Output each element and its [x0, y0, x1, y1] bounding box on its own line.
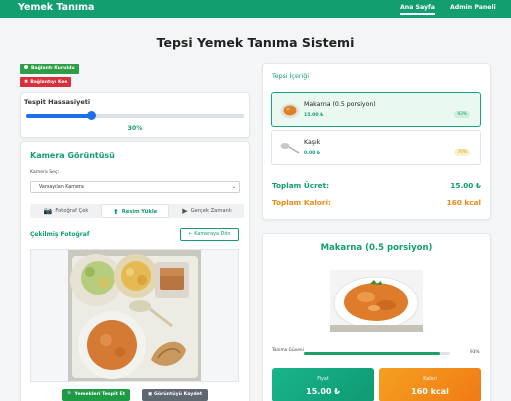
tab-upload-image-label: Resim Yükle	[121, 209, 158, 215]
calorie-stat-box: Kalori 160 kcal	[379, 368, 481, 401]
save-icon: ▣	[147, 392, 153, 397]
camera-icon: 📷	[43, 207, 53, 215]
tray-item-confidence: 70%	[454, 149, 470, 156]
tab-take-photo-label: Fotoğraf Çek	[55, 208, 89, 214]
price-stat-value: 15.00 ₺	[306, 387, 340, 396]
total-price-value: 15.00 ₺	[450, 181, 481, 190]
food-detail-image	[330, 270, 423, 332]
tray-item-pasta[interactable]: Makarna (0.5 porsiyon) 15.00 ₺ 93%	[271, 92, 481, 127]
connection-status-badge: Bağlantı Kuruldu	[20, 64, 79, 74]
total-price-label: Toplam Ücret:	[272, 181, 330, 190]
back-to-camera-button[interactable]: ← Kameraya Dön	[180, 228, 239, 241]
arrow-left-icon: ←	[188, 231, 193, 237]
save-image-label: Görüntüyü Kaydet	[153, 392, 203, 397]
tab-realtime-label: Gerçek Zamanlı	[190, 208, 232, 214]
disconnect-label: Bağlantıyı Kes	[30, 80, 68, 85]
calorie-stat-value: 160 kcal	[411, 387, 449, 396]
save-image-button[interactable]: ▣ Görüntüyü Kaydet	[142, 389, 208, 401]
total-calorie-label: Toplam Kalori:	[272, 198, 331, 207]
total-calorie-value: 160 kcal	[446, 198, 481, 207]
plug-icon: ✖	[24, 79, 29, 85]
tray-item-name: Makarna (0.5 porsiyon)	[304, 101, 376, 108]
food-detail-title: Makarna (0.5 porsiyon)	[320, 243, 433, 253]
sensitivity-slider-fill	[26, 114, 92, 118]
nav-link-admin[interactable]: Admin Paneli	[450, 4, 496, 11]
connected-icon	[24, 65, 28, 69]
chevron-down-icon: ⌄	[231, 184, 236, 190]
detect-foods-button[interactable]: 🔍 Yemekleri Tespit Et	[62, 389, 130, 401]
tab-take-photo[interactable]: 📷 Fotoğraf Çek	[32, 204, 100, 218]
tray-contents-title: Tepsi İçeriği	[272, 73, 309, 80]
recognition-confidence-label: Tanıma Güveni	[272, 348, 304, 353]
brand-logo[interactable]: Yemek Tanıma	[18, 2, 94, 13]
camera-section-title: Kamera Görüntüsü	[30, 151, 115, 160]
recognition-confidence-bar	[304, 352, 450, 355]
camera-select[interactable]: Varsayılan Kamera ⌄	[30, 181, 240, 193]
search-icon: 🔍	[67, 392, 73, 397]
sensitivity-slider[interactable]	[26, 111, 244, 120]
pasta-icon	[280, 103, 300, 119]
tray-photo	[68, 250, 201, 381]
tab-upload-image[interactable]: ⬆ Resim Yükle	[101, 204, 169, 218]
captured-photo-label: Çekilmiş Fotoğraf	[30, 231, 90, 238]
spoon-icon	[280, 143, 300, 154]
tray-item-confidence: 93%	[454, 111, 470, 118]
page-title: Tepsi Yemek Tanıma Sistemi	[156, 35, 355, 50]
camera-select-label: Kamera Seç:	[30, 170, 60, 175]
sensitivity-value: 30%	[127, 125, 143, 132]
recognition-confidence-fill	[304, 352, 440, 355]
tray-item-spoon[interactable]: Kaşık 0.00 ₺ 70%	[271, 130, 481, 165]
calorie-stat-label: Kalori	[423, 377, 437, 382]
tray-item-name: Kaşık	[304, 139, 321, 146]
price-stat-label: Fiyat	[317, 377, 329, 382]
camera-select-value: Varsayılan Kamera	[39, 185, 84, 190]
navbar: Yemek Tanıma Ana Sayfa Admin Paneli	[0, 0, 511, 18]
video-icon: ▶	[182, 207, 188, 215]
recognition-confidence-value: 93%	[470, 350, 480, 355]
camera-mode-tabs: 📷 Fotoğraf Çek ⬆ Resim Yükle ▶ Gerçek Zaman…	[30, 204, 244, 218]
tab-realtime[interactable]: ▶ Gerçek Zamanlı	[171, 204, 243, 218]
detect-foods-label: Yemekleri Tespit Et	[74, 392, 125, 397]
tray-item-price: 0.00 ₺	[304, 151, 321, 156]
disconnect-button[interactable]: ✖ Bağlantıyı Kes	[20, 77, 72, 87]
back-to-camera-label: Kameraya Dön	[194, 231, 231, 237]
nav-link-home[interactable]: Ana Sayfa	[400, 4, 435, 15]
price-stat-box: Fiyat 15.00 ₺	[272, 368, 374, 401]
sensitivity-title: Tespit Hassasiyeti	[24, 98, 91, 106]
tray-item-price: 15.00 ₺	[304, 113, 324, 118]
connection-status-label: Bağlantı Kuruldu	[31, 66, 75, 71]
upload-icon: ⬆	[112, 208, 119, 216]
